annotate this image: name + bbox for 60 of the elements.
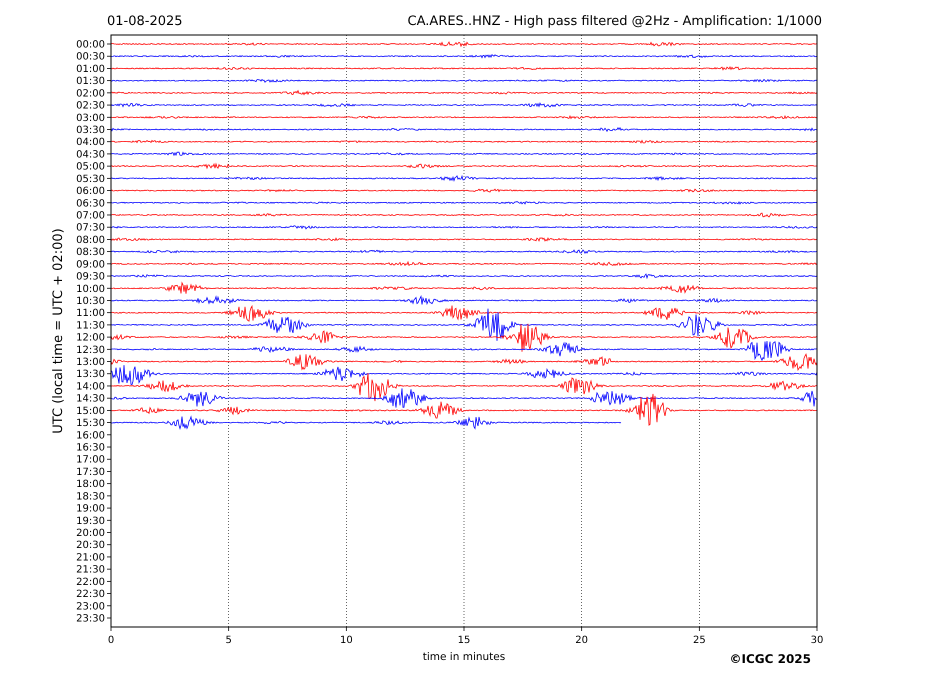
y-tick-label: 11:30 (76, 320, 105, 332)
y-tick-label: 23:30 (76, 614, 105, 624)
y-tick-label: 03:30 (76, 125, 105, 136)
x-tick-label: 0 (108, 635, 114, 646)
y-tick-label: 17:30 (76, 466, 105, 478)
y-tick-label: 00:00 (76, 40, 105, 50)
y-tick-label: 10:00 (76, 284, 105, 295)
y-tick-label: 00:30 (76, 52, 105, 63)
x-axis-label: time in minutes (422, 651, 506, 663)
y-tick-label: 02:00 (76, 88, 105, 100)
y-tick-label: 18:30 (76, 491, 105, 502)
y-tick-label: 01:00 (76, 64, 105, 75)
y-tick-label: 15:00 (76, 406, 105, 417)
x-tick-label: 10 (340, 635, 353, 646)
y-tick-label: 09:00 (76, 259, 105, 270)
y-axis-label: UTC (local time = UTC + 02:00) (51, 228, 66, 434)
y-tick-label: 19:30 (76, 516, 105, 527)
y-tick-label: 21:00 (76, 552, 105, 564)
y-tick-label: 05:00 (76, 162, 105, 173)
y-tick-label: 05:30 (76, 174, 105, 185)
y-tick-label: 14:30 (76, 394, 105, 405)
y-tick-label: 13:30 (76, 369, 105, 380)
y-tick-label: 12:30 (76, 344, 105, 356)
y-tick-label: 19:00 (76, 504, 105, 515)
y-tick-label: 11:00 (76, 308, 105, 320)
y-tick-label: 23:00 (76, 601, 105, 612)
y-tick-label: 04:00 (76, 137, 105, 148)
y-tick-label: 18:00 (76, 479, 105, 490)
y-tick-label: 07:00 (76, 210, 105, 222)
y-tick-label: 22:30 (76, 589, 105, 600)
copyright-text: ©ICGC 2025 (729, 652, 811, 666)
y-tick-label: 14:00 (76, 381, 105, 392)
y-tick-label: 08:00 (76, 234, 105, 246)
y-tick-label: 03:00 (76, 112, 105, 124)
x-tick-label: 30 (810, 635, 824, 646)
y-tick-label: 10:30 (76, 296, 105, 307)
y-tick-label: 17:00 (76, 454, 105, 466)
date-label: 01-08-2025 (107, 14, 183, 29)
y-tick-label: 04:30 (76, 149, 105, 160)
x-tick-label: 25 (692, 635, 706, 646)
y-tick-label: 15:30 (76, 418, 105, 430)
x-tick-label: 5 (225, 635, 232, 646)
y-tick-label: 07:30 (76, 222, 105, 234)
y-tick-label: 20:00 (76, 528, 105, 539)
y-tick-label: 21:30 (76, 564, 105, 576)
y-tick-label: 01:30 (76, 76, 105, 88)
y-tick-label: 12:00 (76, 332, 105, 344)
chart-title: CA.ARES..HNZ - High pass filtered @2Hz - Amplification: 1/1000 (408, 14, 822, 29)
y-tick-label: 16:30 (76, 442, 105, 454)
y-tick-label: 13:00 (76, 357, 105, 368)
y-tick-label: 22:00 (76, 576, 105, 588)
y-tick-label: 08:30 (76, 247, 105, 258)
y-tick-label: 06:00 (76, 186, 105, 198)
x-tick-label: 20 (575, 635, 588, 646)
y-tick-label: 06:30 (76, 198, 105, 210)
y-tick-label: 20:30 (76, 540, 105, 552)
y-tick-label: 02:30 (76, 100, 105, 112)
y-tick-label: 09:30 (76, 272, 105, 283)
x-tick-label: 15 (458, 635, 470, 646)
y-tick-label: 16:00 (76, 430, 105, 442)
